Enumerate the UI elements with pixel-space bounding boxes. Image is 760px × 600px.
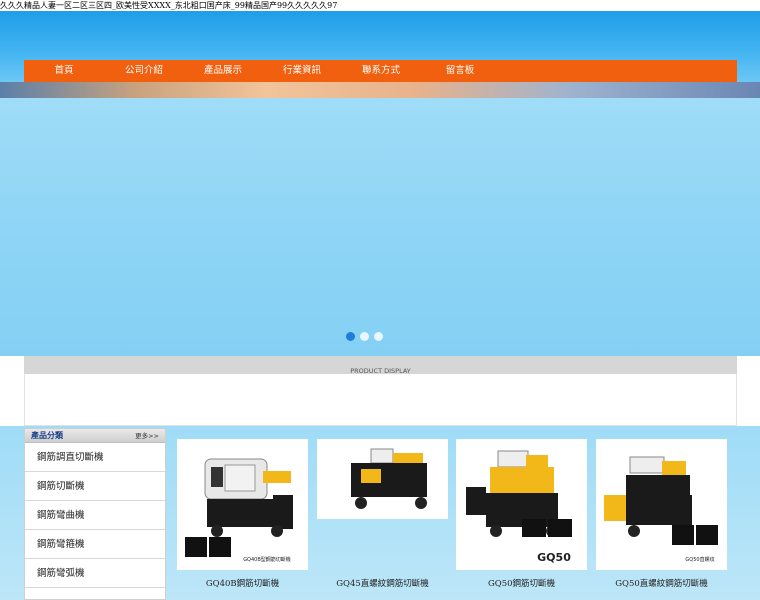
machine-image bbox=[317, 439, 448, 519]
category-item-stirrup[interactable]: 鋼筋彎箍機 bbox=[25, 530, 165, 559]
category-item-bending[interactable]: 鋼筋彎曲機 bbox=[25, 501, 165, 530]
category-item-arc[interactable]: 鋼筋彎弧機 bbox=[25, 559, 165, 588]
carousel-dot-2[interactable] bbox=[360, 332, 369, 341]
banner-carousel bbox=[0, 98, 760, 356]
category-title: 產品分類 bbox=[31, 431, 63, 440]
category-sidebar: 產品分類 更多>> 鋼筋調直切斷機 鋼筋切斷機 鋼筋彎曲機 鋼筋彎箍機 鋼筋彎弧… bbox=[24, 428, 166, 600]
nav-item-news[interactable]: 行業資訊 bbox=[262, 60, 342, 82]
machine-image: GQ40B型鋼筋切斷機 bbox=[177, 439, 308, 570]
category-header: 產品分類 更多>> bbox=[25, 429, 165, 443]
product-badge: GQ40B型鋼筋切斷機 bbox=[243, 556, 291, 563]
category-more-link[interactable]: 更多>> bbox=[135, 429, 159, 443]
nav-item-contact[interactable]: 聯系方式 bbox=[342, 60, 420, 82]
product-badge: GQ50 bbox=[537, 551, 571, 564]
product-card-gq50[interactable]: GQ50 bbox=[456, 439, 587, 570]
carousel-dot-1[interactable] bbox=[346, 332, 355, 341]
product-card-gq40b[interactable]: GQ40B型鋼筋切斷機 bbox=[177, 439, 308, 570]
site-title: 久久久精品人妻一区二区三区四_欧美性受XXXX_东北粗口国产床_99精品国产99… bbox=[0, 1, 338, 10]
nav-item-guestbook[interactable]: 留言板 bbox=[420, 60, 500, 82]
nav-item-home[interactable]: 首頁 bbox=[24, 60, 104, 82]
product-badge: GQ50直螺纹 bbox=[685, 556, 714, 563]
nav-item-products[interactable]: 產品展示 bbox=[184, 60, 262, 82]
category-item-cutting[interactable]: 鋼筋切斷機 bbox=[25, 472, 165, 501]
product-card-gq45[interactable] bbox=[317, 439, 448, 519]
category-item-straightening-cutting[interactable]: 鋼筋調直切斷機 bbox=[25, 443, 165, 472]
product-caption[interactable]: GQ45直螺紋鋼筋切斷機 bbox=[317, 577, 448, 589]
nav-item-about[interactable]: 公司介紹 bbox=[104, 60, 184, 82]
product-caption[interactable]: GQ50鋼筋切斷機 bbox=[456, 577, 587, 589]
product-caption[interactable]: GQ40B鋼筋切斷機 bbox=[177, 577, 308, 589]
product-card-gq50-thread[interactable]: GQ50直螺纹 bbox=[596, 439, 727, 570]
carousel-dots bbox=[346, 332, 383, 342]
product-caption[interactable]: GQ50直螺紋鋼筋切斷機 bbox=[596, 577, 727, 589]
machine-image: GQ50直螺纹 bbox=[596, 439, 727, 570]
carousel-dot-3[interactable] bbox=[374, 332, 383, 341]
product-display-heading: PRODUCT DISPLAY bbox=[24, 356, 737, 375]
product-display-panel bbox=[24, 374, 737, 426]
machine-image: GQ50 bbox=[456, 439, 587, 570]
hero-horizon-strip bbox=[0, 82, 760, 98]
main-nav: 首頁 公司介紹 產品展示 行業資訊 聯系方式 留言板 bbox=[24, 60, 737, 82]
